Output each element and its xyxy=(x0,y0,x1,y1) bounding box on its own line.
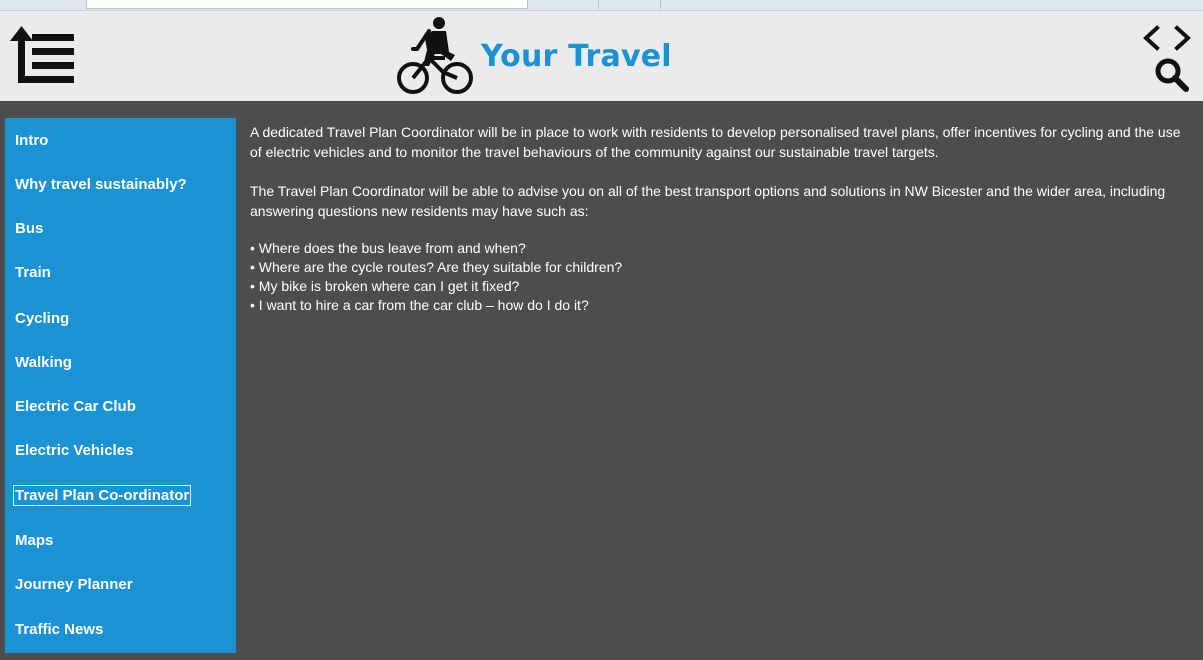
app-header: Your Travel xyxy=(0,11,1203,101)
toolbar-divider xyxy=(660,0,661,9)
sidebar-nav: Intro Why travel sustainably? Bus Train … xyxy=(5,118,236,653)
sidebar-item-walking[interactable]: Walking xyxy=(5,346,236,382)
sidebar-item-label: Bus xyxy=(15,220,44,237)
main-content: A dedicated Travel Plan Coordinator will… xyxy=(250,122,1185,315)
toolbar-divider xyxy=(598,0,599,9)
advice-paragraph: The Travel Plan Coordinator will be able… xyxy=(250,183,1166,219)
sidebar-item-label: Electric Vehicles xyxy=(15,442,134,459)
search-button[interactable] xyxy=(1153,56,1191,94)
list-item: • Where are the cycle routes? Are they s… xyxy=(250,259,623,275)
question-list: • Where does the bus leave from and when… xyxy=(250,239,1185,315)
sidebar-item-cycling[interactable]: Cycling xyxy=(5,302,236,338)
previous-page-button[interactable] xyxy=(1140,23,1162,53)
list-item: • My bike is broken where can I get it f… xyxy=(250,278,520,294)
sidebar-item-traffic-news[interactable]: Traffic News xyxy=(5,613,236,649)
sidebar-item-intro[interactable]: Intro xyxy=(5,124,236,160)
sidebar-item-why-travel-sustainably[interactable]: Why travel sustainably? xyxy=(5,168,236,204)
page-title: Your Travel xyxy=(481,38,672,74)
sidebar-item-label: Why travel sustainably? xyxy=(15,176,187,193)
sidebar-item-bus[interactable]: Bus xyxy=(5,212,236,248)
list-item: • Where does the bus leave from and when… xyxy=(250,240,526,256)
address-field[interactable] xyxy=(86,0,528,9)
sidebar-item-label: Cycling xyxy=(15,310,70,327)
sidebar-item-label: Intro xyxy=(15,132,49,149)
chevron-left-icon xyxy=(1143,25,1160,51)
menu-toggle-button[interactable] xyxy=(10,23,76,85)
menu-toggle-icon xyxy=(10,26,74,83)
bicycle-rider-icon xyxy=(397,17,473,94)
sidebar-item-electric-vehicles[interactable]: Electric Vehicles xyxy=(5,434,236,470)
site-brand[interactable]: Your Travel xyxy=(395,13,672,99)
sidebar-item-label: Traffic News xyxy=(15,621,104,638)
next-page-button[interactable] xyxy=(1172,23,1194,53)
sidebar-item-label: Train xyxy=(15,264,51,281)
list-item: • I want to hire a car from the car club… xyxy=(250,297,589,313)
browser-strip xyxy=(0,0,1203,11)
chevron-right-icon xyxy=(1174,25,1191,51)
sidebar-item-train[interactable]: Train xyxy=(5,256,236,292)
sidebar-item-travel-plan-coordinator[interactable]: Travel Plan Co-ordinator xyxy=(5,479,236,515)
sidebar-item-label: Walking xyxy=(15,354,72,371)
search-icon xyxy=(1155,58,1189,92)
sidebar-item-maps[interactable]: Maps xyxy=(5,524,236,560)
sidebar-item-electric-car-club[interactable]: Electric Car Club xyxy=(5,390,236,426)
sidebar-item-label: Travel Plan Co-ordinator xyxy=(12,485,192,506)
sidebar-item-label: Maps xyxy=(15,532,54,549)
intro-paragraph: A dedicated Travel Plan Coordinator will… xyxy=(250,124,1181,160)
sidebar-item-label: Electric Car Club xyxy=(15,398,136,415)
sidebar-item-journey-planner[interactable]: Journey Planner xyxy=(5,568,236,604)
sidebar-item-label: Journey Planner xyxy=(15,576,133,593)
